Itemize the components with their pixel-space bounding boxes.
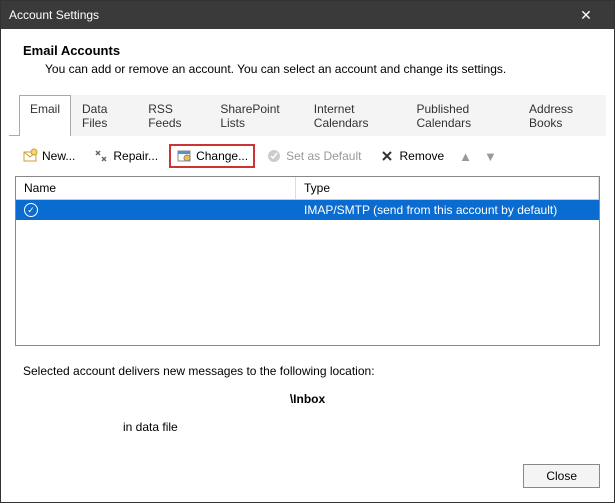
change-button[interactable]: Change... bbox=[169, 144, 255, 168]
default-account-icon: ✓ bbox=[24, 203, 38, 217]
titlebar: Account Settings ✕ bbox=[1, 1, 614, 29]
remove-button[interactable]: Remove bbox=[372, 144, 451, 168]
tab-email[interactable]: Email bbox=[19, 95, 71, 136]
header: Email Accounts You can add or remove an … bbox=[1, 29, 614, 86]
tab-address-books[interactable]: Address Books bbox=[518, 95, 606, 136]
col-name[interactable]: Name bbox=[16, 177, 296, 199]
repair-button-label: Repair... bbox=[113, 149, 158, 163]
change-button-label: Change... bbox=[196, 149, 248, 163]
footer: Close bbox=[1, 454, 614, 502]
tabs: Email Data Files RSS Feeds SharePoint Li… bbox=[9, 94, 606, 136]
new-button[interactable]: New... bbox=[15, 144, 82, 168]
tab-data-files[interactable]: Data Files bbox=[71, 95, 137, 136]
new-button-label: New... bbox=[42, 149, 75, 163]
repair-icon bbox=[93, 148, 109, 164]
set-default-button: Set as Default bbox=[259, 144, 368, 168]
window-title: Account Settings bbox=[9, 8, 566, 22]
cell-type: IMAP/SMTP (send from this account by def… bbox=[296, 200, 599, 220]
accounts-table: Name Type ✓ IMAP/SMTP (send from this ac… bbox=[15, 176, 600, 346]
move-up-icon: ▲ bbox=[455, 149, 476, 164]
change-icon bbox=[176, 148, 192, 164]
header-title: Email Accounts bbox=[23, 43, 592, 58]
location-datafile: in data file bbox=[23, 420, 592, 434]
new-icon bbox=[22, 148, 38, 164]
set-default-label: Set as Default bbox=[286, 149, 361, 163]
tab-internet-calendars[interactable]: Internet Calendars bbox=[303, 95, 406, 136]
location-info: Selected account delivers new messages t… bbox=[9, 346, 606, 440]
tab-published-calendars[interactable]: Published Calendars bbox=[405, 95, 518, 136]
repair-button[interactable]: Repair... bbox=[86, 144, 165, 168]
table-row[interactable]: ✓ IMAP/SMTP (send from this account by d… bbox=[16, 200, 599, 220]
close-icon[interactable]: ✕ bbox=[566, 1, 606, 29]
table-header: Name Type bbox=[16, 177, 599, 200]
cell-name: ✓ bbox=[16, 200, 296, 220]
location-text: Selected account delivers new messages t… bbox=[23, 364, 592, 378]
close-button[interactable]: Close bbox=[523, 464, 600, 488]
tab-rss-feeds[interactable]: RSS Feeds bbox=[137, 95, 209, 136]
location-inbox: \Inbox bbox=[23, 392, 592, 406]
toolbar: New... Repair... Change... Set as Defaul… bbox=[9, 136, 606, 176]
remove-icon bbox=[379, 148, 395, 164]
move-down-icon: ▼ bbox=[480, 149, 501, 164]
header-subtitle: You can add or remove an account. You ca… bbox=[23, 62, 592, 76]
check-icon bbox=[266, 148, 282, 164]
tab-sharepoint-lists[interactable]: SharePoint Lists bbox=[209, 95, 302, 136]
remove-button-label: Remove bbox=[399, 149, 444, 163]
col-type[interactable]: Type bbox=[296, 177, 599, 199]
